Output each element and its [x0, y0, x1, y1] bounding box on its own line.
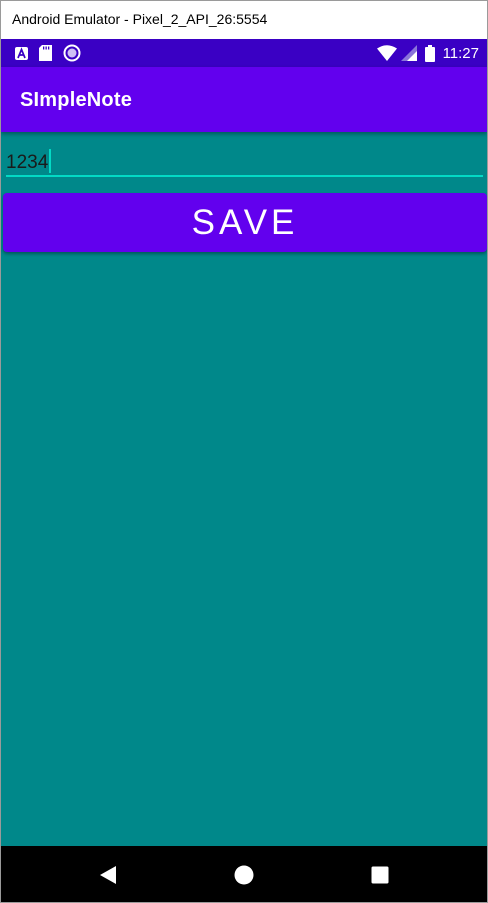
a-notification-icon	[15, 46, 28, 60]
window-title: Android Emulator - Pixel_2_API_26:5554	[1, 1, 487, 39]
status-notifications	[15, 44, 92, 62]
status-indicators: 11:27	[376, 43, 479, 63]
app-bar: SImpleNote	[1, 67, 487, 132]
note-input[interactable]: 1234	[6, 147, 483, 177]
circle-sync-icon	[63, 44, 81, 62]
navigation-bar	[1, 846, 487, 902]
battery-icon	[424, 44, 435, 62]
home-icon[interactable]	[231, 863, 257, 887]
app-title: SImpleNote	[20, 89, 133, 111]
note-input-value: 1234	[6, 152, 49, 173]
recents-icon[interactable]	[367, 863, 393, 887]
sd-card-icon	[39, 45, 52, 61]
back-icon[interactable]	[95, 863, 121, 887]
save-button[interactable]: SAVE	[3, 193, 487, 252]
status-clock: 11:27	[442, 44, 479, 62]
wifi-icon	[376, 45, 397, 61]
status-bar: 11:27	[1, 39, 487, 67]
text-caret	[49, 149, 52, 173]
emulator-window: Android Emulator - Pixel_2_API_26:5554 1…	[0, 0, 488, 903]
device-screen: 11:27 SImpleNote 1234 SAVE	[1, 39, 487, 902]
note-input-container[interactable]: 1234	[6, 149, 52, 174]
save-button-label: SAVE	[191, 202, 299, 242]
cell-signal-icon	[400, 45, 417, 61]
